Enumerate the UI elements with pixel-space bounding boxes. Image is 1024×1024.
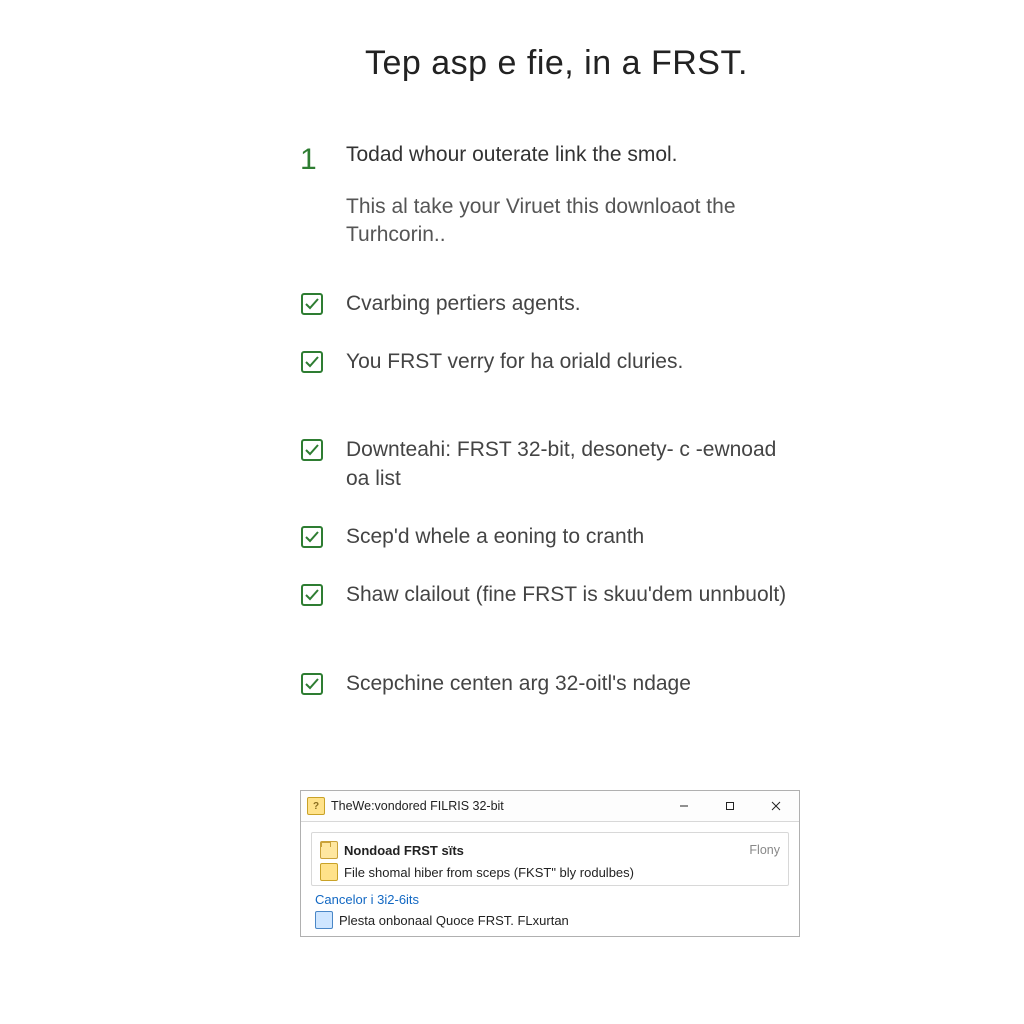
- check-text: Scepchine centen arg 32-oitl's ndage: [346, 670, 804, 698]
- dialog-title: TheWe:vondored FILRIS 32-bit: [331, 799, 661, 813]
- check-icon: [300, 581, 346, 607]
- maximize-button[interactable]: [707, 791, 753, 821]
- check-text: You FRST verry for ha oriald cluries.: [346, 348, 804, 376]
- check-item: You FRST verry for ha oriald cluries.: [300, 348, 964, 376]
- dialog-body: Nondoad FRST sïts Flony File shomal hibe…: [301, 822, 799, 929]
- check-icon: [300, 436, 346, 462]
- download-dialog: ? TheWe:vondored FILRIS 32-bit: [300, 790, 800, 937]
- check-icon: [300, 290, 346, 316]
- step-number: 1: [300, 143, 346, 176]
- list-item-text: Nondoad FRST sïts: [344, 843, 741, 858]
- check-icon: [300, 670, 346, 696]
- dialog-app-icon: ?: [307, 797, 325, 815]
- step-line-1: Todad whour outerate link the smol.: [346, 143, 804, 167]
- check-item: Shaw clailout (fine FRST is skuu'dem unn…: [300, 581, 964, 609]
- check-text: Downteahi: FRST 32-bit, desonety- c -ewn…: [346, 436, 804, 493]
- minimize-button[interactable]: [661, 791, 707, 821]
- step-line-2: This al take your Viruet this downloaot …: [346, 193, 804, 250]
- list-item[interactable]: Nondoad FRST sïts Flony: [320, 839, 780, 861]
- check-item: Scepchine centen arg 32-oitl's ndage: [300, 670, 964, 698]
- check-icon: [300, 348, 346, 374]
- check-text: Shaw clailout (fine FRST is skuu'dem unn…: [346, 581, 804, 609]
- check-text: Scep'd whele a eoning to cranth: [346, 523, 804, 551]
- check-item: Scep'd whele a eoning to cranth: [300, 523, 964, 551]
- key-icon: [320, 863, 338, 881]
- list-item[interactable]: File shomal hiber from sceps (FKST" bly …: [320, 861, 780, 883]
- list-item-right: Flony: [741, 843, 780, 857]
- check-item: Cvarbing pertiers agents.: [300, 290, 964, 318]
- step-1: 1 Todad whour outerate link the smol. Th…: [300, 143, 964, 250]
- check-icon: [300, 523, 346, 549]
- file-icon: [315, 911, 333, 929]
- dialog-link[interactable]: Cancelor i 3i2-6its: [301, 886, 799, 911]
- check-item: Downteahi: FRST 32-bit, desonety- c -ewn…: [300, 436, 964, 493]
- page-title: Tep asp e fie, in a FRST.: [365, 44, 964, 83]
- close-button[interactable]: [753, 791, 799, 821]
- dialog-list: Nondoad FRST sïts Flony File shomal hibe…: [311, 832, 789, 886]
- check-text: Cvarbing pertiers agents.: [346, 290, 804, 318]
- folder-icon: [320, 841, 338, 859]
- list-item-text: Plesta onbonaal Quoce FRST. FLxurtan: [339, 913, 799, 928]
- list-item[interactable]: Plesta onbonaal Quoce FRST. FLxurtan: [301, 911, 799, 929]
- dialog-titlebar[interactable]: ? TheWe:vondored FILRIS 32-bit: [301, 791, 799, 822]
- window-controls: [661, 791, 799, 821]
- step-body: Todad whour outerate link the smol. This…: [346, 143, 964, 250]
- list-item-text: File shomal hiber from sceps (FKST" bly …: [344, 865, 772, 880]
